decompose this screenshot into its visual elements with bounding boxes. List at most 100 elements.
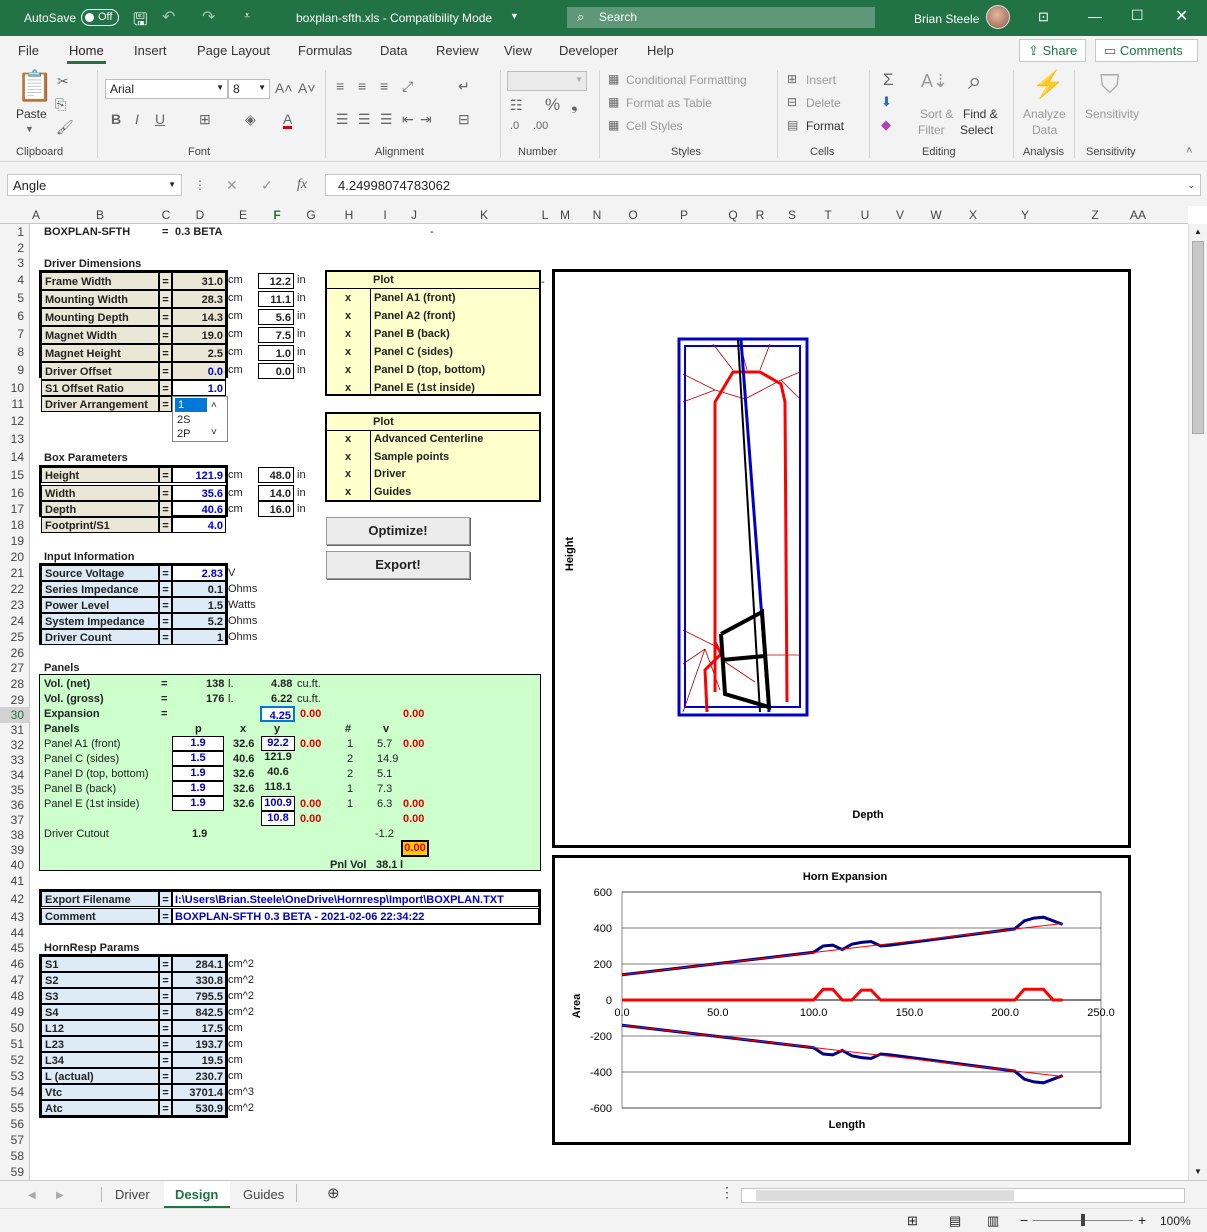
comma-icon[interactable]: ❟ <box>571 96 578 113</box>
collapse-ribbon-icon[interactable]: ˄ <box>1186 146 1192 157</box>
name-box[interactable]: Angle ▼ <box>7 174 182 196</box>
panel-p-input[interactable]: 1.9 <box>172 766 224 781</box>
currency-icon[interactable]: ☷ <box>510 98 523 112</box>
sheet-tab-guides[interactable]: Guides <box>243 1187 284 1202</box>
row-header-23[interactable]: 23 <box>0 597 24 613</box>
delete-cells-button[interactable]: Delete <box>806 96 841 110</box>
tab-formulas[interactable]: Formulas <box>298 43 352 58</box>
export-filename-value[interactable]: I:\Users\Brian.Steele\OneDrive\Hornresp\… <box>172 891 539 907</box>
wrap-text-icon[interactable]: ↵ <box>458 79 470 93</box>
row-header-11[interactable]: 11 <box>0 396 24 412</box>
decrease-decimal-icon[interactable]: .00 <box>533 121 548 132</box>
input-value[interactable]: 5.2 <box>172 613 226 629</box>
worksheet-grid[interactable]: BOXPLAN-SFTH = 0.3 BETA - Driver Dimensi… <box>30 224 1188 1180</box>
cancel-icon[interactable]: ✕ <box>226 178 238 192</box>
row-header-57[interactable]: 57 <box>0 1132 24 1148</box>
row-header-5[interactable]: 5 <box>0 290 24 306</box>
horn-expansion-chart[interactable]: Horn Expansion Length Area 600 400 200 0 -20… <box>552 855 1131 1145</box>
plot-checkbox-mark[interactable]: x <box>345 326 351 342</box>
box-param-cm-value[interactable]: 35.6 <box>172 485 226 501</box>
column-header-aa[interactable]: AA <box>1128 208 1148 222</box>
fill-color-icon[interactable]: ◈ <box>245 112 256 126</box>
tab-insert[interactable]: Insert <box>134 43 167 58</box>
format-painter-icon[interactable]: 🖌 <box>56 120 74 134</box>
scroll-down-icon[interactable]: ▼ <box>1194 1164 1202 1180</box>
align-middle-icon[interactable]: ≡ <box>358 79 366 93</box>
sensitivity-button[interactable]: Sensitivity <box>1085 107 1139 121</box>
panel-p-input[interactable]: 1.9 <box>172 736 224 751</box>
prev-sheet-icon[interactable]: ◀ <box>28 1190 36 1201</box>
listbox-option-2s[interactable]: 2S <box>177 413 190 427</box>
column-header-b[interactable]: B <box>90 208 110 222</box>
indent-icon[interactable]: ⇤ <box>402 112 414 126</box>
panel-p-input[interactable]: 1.9 <box>172 781 224 796</box>
listbox-option-2p[interactable]: 2P <box>177 427 190 441</box>
row-header-3[interactable]: 3 <box>0 255 24 271</box>
row-header-59[interactable]: 59 <box>0 1164 24 1180</box>
expansion-value-selected[interactable]: 4.25 <box>260 706 295 722</box>
column-header-y[interactable]: Y <box>1015 208 1035 222</box>
row-header-14[interactable]: 14 <box>0 449 24 465</box>
row-header-36[interactable]: 36 <box>0 797 24 813</box>
align-left-icon[interactable]: ☰ <box>336 112 349 126</box>
zoom-in-icon[interactable]: + <box>1138 1212 1146 1228</box>
row-header-20[interactable]: 20 <box>0 549 24 565</box>
row-header-19[interactable]: 19 <box>0 533 24 549</box>
column-header-i[interactable]: I <box>375 208 395 222</box>
plot-checkbox-mark[interactable]: x <box>345 290 351 306</box>
column-header-f[interactable]: F <box>267 208 287 222</box>
row-header-46[interactable]: 46 <box>0 956 24 972</box>
formula-input[interactable]: 4.24998074783062 ⌄ <box>325 174 1201 196</box>
autosave-toggle[interactable]: Off <box>81 9 119 26</box>
plot-checkbox-mark[interactable]: x <box>345 484 351 500</box>
column-header-v[interactable]: V <box>890 208 910 222</box>
document-title[interactable]: boxplan-sfth.xls - Compatibility Mode <box>296 11 492 25</box>
conditional-formatting-button[interactable]: Conditional Formatting <box>626 73 747 87</box>
sheet-tab-design[interactable]: Design <box>164 1181 230 1209</box>
row-header-8[interactable]: 8 <box>0 344 24 360</box>
row-header-58[interactable]: 58 <box>0 1148 24 1164</box>
row-header-42[interactable]: 42 <box>0 891 24 907</box>
align-top-icon[interactable]: ≡ <box>336 79 344 93</box>
driver-dim-cm-value[interactable]: 14.3 <box>172 308 226 326</box>
row-header-12[interactable]: 12 <box>0 413 24 429</box>
tab-view[interactable]: View <box>504 43 532 58</box>
comments-button[interactable]: ▭ Comments <box>1095 39 1198 62</box>
column-header-j[interactable]: J <box>404 208 424 222</box>
column-header-e[interactable]: E <box>233 208 253 222</box>
column-header-m[interactable]: M <box>555 208 575 222</box>
row-header-35[interactable]: 35 <box>0 782 24 798</box>
row-header-41[interactable]: 41 <box>0 873 24 889</box>
column-header-p[interactable]: P <box>674 208 694 222</box>
select-label[interactable]: Select <box>960 123 993 137</box>
row-header-48[interactable]: 48 <box>0 988 24 1004</box>
normal-view-icon[interactable]: ⊞ <box>907 1213 918 1229</box>
clear-icon[interactable]: ◆ <box>881 118 891 131</box>
column-header-n[interactable]: N <box>587 208 607 222</box>
filter-label[interactable]: Filter <box>918 123 945 137</box>
paste-label[interactable]: Paste <box>16 107 47 121</box>
input-value[interactable]: 1 <box>172 629 226 645</box>
percent-icon[interactable]: % <box>545 96 560 113</box>
listbox-option-1[interactable]: 1 <box>175 398 207 412</box>
tab-developer[interactable]: Developer <box>559 43 618 58</box>
column-header-c[interactable]: C <box>156 208 176 222</box>
panel-y-value[interactable]: 92.2 <box>261 736 295 751</box>
autosum-icon[interactable]: Σ <box>883 71 894 88</box>
decrease-font-icon[interactable]: A˅ <box>298 81 316 95</box>
row-header-31[interactable]: 31 <box>0 722 24 738</box>
font-size-combo[interactable]: 8 ▼ <box>228 79 270 99</box>
row-header-39[interactable]: 39 <box>0 842 24 858</box>
tab-file[interactable]: File <box>18 43 39 58</box>
zoom-level[interactable]: 100% <box>1160 1213 1191 1229</box>
ribbon-display-icon[interactable]: ⊡ <box>1038 9 1049 25</box>
driver-dim-cm-value[interactable]: 28.3 <box>172 290 226 308</box>
row-header-43[interactable]: 43 <box>0 909 24 925</box>
clipboard-icon[interactable]: 📋 <box>16 72 53 102</box>
row-header-25[interactable]: 25 <box>0 629 24 645</box>
column-header-w[interactable]: W <box>926 208 946 222</box>
save-icon[interactable]: 🖫 <box>133 7 147 36</box>
enter-icon[interactable]: ✓ <box>261 178 273 192</box>
box-plan-diagram[interactable]: Height Depth <box>552 269 1131 848</box>
page-layout-view-icon[interactable]: ▤ <box>949 1213 961 1229</box>
